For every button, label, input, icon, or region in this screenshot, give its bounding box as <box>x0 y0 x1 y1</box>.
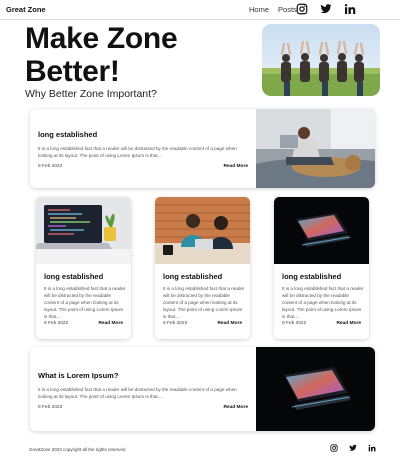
post-date: 8 Feb 2022 <box>163 321 188 326</box>
bottom-post-card[interactable]: What is Lorem Ipsum? It is a long establ… <box>30 347 375 431</box>
post-excerpt: It is a long established fact that a rea… <box>282 286 364 319</box>
read-more-link[interactable]: Read More <box>98 321 123 326</box>
nav-link-home[interactable]: Home <box>249 5 269 14</box>
copyright-text: GreatZone 2023 copyright all the rights … <box>29 447 126 452</box>
post-date: 8 Feb 2022 <box>44 321 69 326</box>
instagram-icon[interactable] <box>330 444 338 452</box>
featured-post-image <box>256 109 375 188</box>
featured-post-card[interactable]: long established It is a long establishe… <box>30 109 375 188</box>
post-excerpt: It is a long established fact that a rea… <box>44 286 126 319</box>
post-excerpt: It is a long established fact that a rea… <box>38 146 237 158</box>
post-title[interactable]: What is Lorem Ipsum? <box>38 371 252 380</box>
bottom-post-image <box>256 347 375 431</box>
post-date: 8 Feb 2022 <box>282 321 307 326</box>
post-excerpt: It is a long established fact that a rea… <box>163 286 245 319</box>
nav-links: Home Posts <box>249 5 297 14</box>
post-card[interactable]: long established It is a long establishe… <box>274 197 369 339</box>
read-more-link[interactable]: Read More <box>223 405 248 410</box>
post-date: 8 Feb 2022 <box>38 405 63 410</box>
social-links-bottom <box>330 444 376 452</box>
post-image <box>155 197 250 264</box>
linkedin-icon[interactable] <box>344 3 356 15</box>
instagram-icon[interactable] <box>296 3 308 15</box>
post-card[interactable]: long established It is a long establishe… <box>155 197 250 339</box>
read-more-link[interactable]: Read More <box>223 164 248 169</box>
linkedin-icon[interactable] <box>368 444 376 452</box>
read-more-link[interactable]: Read More <box>336 321 361 326</box>
footer: GreatZone 2023 copyright all the rights … <box>0 440 400 458</box>
post-date: 8 Feb 2022 <box>38 164 63 169</box>
social-links-top <box>296 3 356 15</box>
post-excerpt: It is a long established fact that a rea… <box>38 387 237 399</box>
featured-post-text: long established It is a long establishe… <box>38 109 252 172</box>
top-navbar: Great Zone Home Posts <box>0 0 400 20</box>
nav-link-posts[interactable]: Posts <box>278 5 297 14</box>
hero-title: Make Zone Better! <box>25 22 178 88</box>
post-title[interactable]: long established <box>44 272 103 281</box>
post-card[interactable]: long established It is a long establishe… <box>36 197 131 339</box>
post-image <box>274 197 369 264</box>
twitter-icon[interactable] <box>320 3 332 15</box>
brand-logo[interactable]: Great Zone <box>6 5 46 14</box>
bottom-post-text: What is Lorem Ipsum? It is a long establ… <box>38 347 252 413</box>
read-more-link[interactable]: Read More <box>217 321 242 326</box>
twitter-icon[interactable] <box>349 444 357 452</box>
post-title[interactable]: long established <box>38 130 252 139</box>
post-title[interactable]: long established <box>163 272 222 281</box>
hero-image <box>262 24 380 96</box>
hero-subtitle: Why Better Zone Important? <box>25 88 157 100</box>
post-image <box>36 197 131 264</box>
post-title[interactable]: long established <box>282 272 341 281</box>
